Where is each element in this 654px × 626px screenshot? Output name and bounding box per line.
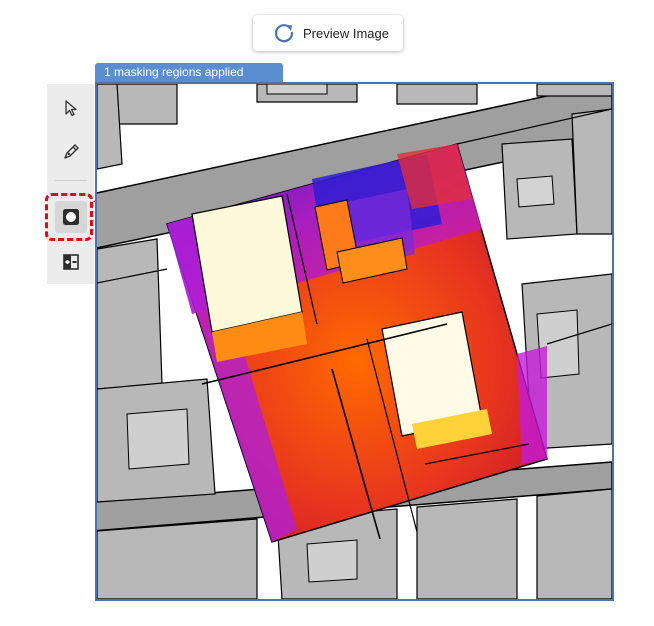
preview-image-button[interactable]: Preview Image	[253, 15, 403, 51]
active-tool-highlight	[45, 193, 93, 241]
toolbar-divider	[55, 180, 87, 181]
refresh-icon	[273, 22, 295, 44]
pen-icon	[64, 144, 79, 159]
compare-tool-button[interactable]	[55, 246, 87, 278]
masking-status-tab: 1 masking regions applied	[95, 63, 283, 82]
image-canvas[interactable]	[95, 82, 614, 601]
pen-tool-button[interactable]	[55, 136, 87, 168]
preview-image-label: Preview Image	[303, 25, 389, 41]
split-compare-icon	[63, 254, 79, 270]
solar-heatmap-image	[97, 84, 612, 599]
select-tool-button[interactable]	[55, 92, 87, 124]
cursor-arrow-icon	[65, 100, 77, 117]
tool-palette	[47, 84, 94, 284]
